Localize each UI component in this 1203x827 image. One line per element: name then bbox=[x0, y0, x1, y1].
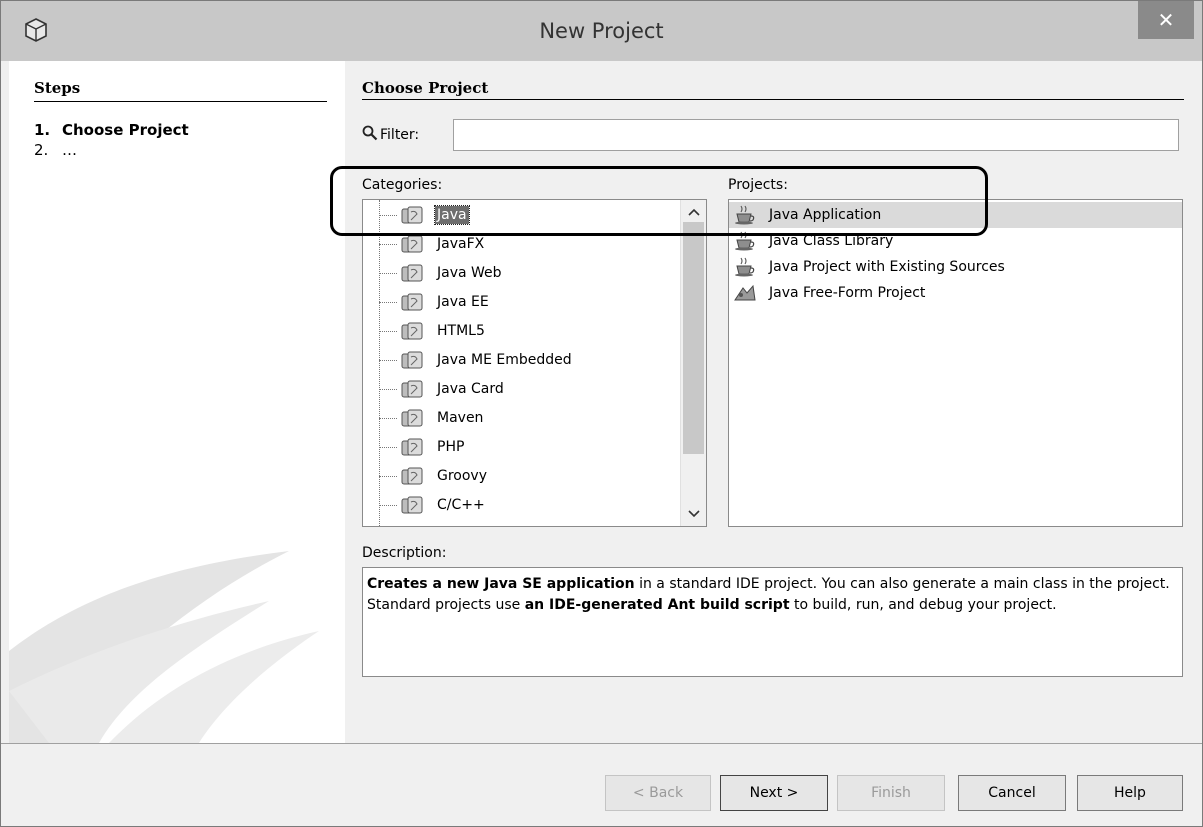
categories-scrollbar[interactable] bbox=[680, 200, 706, 526]
tree-connector bbox=[379, 505, 397, 506]
next-button[interactable]: Next > bbox=[720, 775, 828, 811]
category-label: Java ME Embedded bbox=[437, 352, 572, 368]
project-folder-icon bbox=[401, 496, 423, 514]
category-label: Java Card bbox=[437, 381, 504, 397]
project-folder-icon bbox=[401, 264, 423, 282]
search-icon bbox=[362, 125, 378, 141]
project-folder-icon bbox=[401, 380, 423, 398]
tree-connector bbox=[379, 302, 397, 303]
java-coffee-cup-icon bbox=[735, 257, 755, 277]
category-label: Java Web bbox=[437, 265, 502, 281]
category-item[interactable]: Java EE bbox=[363, 289, 681, 315]
projects-list[interactable]: Java Application Java Class Library Java P… bbox=[728, 199, 1183, 527]
finish-button[interactable]: Finish bbox=[837, 775, 945, 811]
category-item[interactable]: C/C++ bbox=[363, 492, 681, 518]
description-box: Creates a new Java SE application in a s… bbox=[362, 567, 1183, 677]
project-folder-icon bbox=[401, 438, 423, 456]
project-folder-icon bbox=[401, 409, 423, 427]
window-title: New Project bbox=[539, 19, 664, 43]
scroll-thumb[interactable] bbox=[683, 222, 704, 454]
help-button[interactable]: Help bbox=[1077, 775, 1183, 811]
step-number: 2. bbox=[34, 141, 49, 159]
step-number: 1. bbox=[34, 121, 51, 139]
annotation-highlight bbox=[330, 166, 988, 236]
description-emphasis: Creates a new Java SE application bbox=[367, 576, 635, 592]
project-folder-icon bbox=[401, 467, 423, 485]
categories-list[interactable]: Java JavaFX Java Web Java EE HTML5 Java ME Em… bbox=[362, 199, 707, 527]
category-label: HTML5 bbox=[437, 323, 485, 339]
decorative-swoosh bbox=[9, 551, 319, 743]
project-item[interactable]: Java Free-Form Project bbox=[729, 280, 1182, 306]
close-button[interactable]: ✕ bbox=[1138, 1, 1194, 39]
category-label: Maven bbox=[437, 410, 484, 426]
category-label: C/C++ bbox=[437, 497, 485, 513]
new-project-dialog: New Project ✕ Steps 1. Choose Project 2. …… bbox=[0, 0, 1203, 827]
category-label: Java EE bbox=[437, 294, 489, 310]
title-bar[interactable]: New Project ✕ bbox=[1, 1, 1202, 61]
step-next: 2. … bbox=[34, 141, 77, 159]
scroll-down-arrow-icon[interactable] bbox=[681, 504, 706, 524]
description-label: Description: bbox=[362, 545, 447, 561]
steps-divider bbox=[34, 101, 327, 102]
filter-input[interactable] bbox=[453, 119, 1179, 151]
back-button[interactable]: < Back bbox=[605, 775, 711, 811]
project-folder-icon bbox=[401, 293, 423, 311]
project-label: Java Free-Form Project bbox=[769, 285, 926, 301]
tree-connector bbox=[379, 389, 397, 390]
tree-connector bbox=[379, 447, 397, 448]
category-item[interactable]: Maven bbox=[363, 405, 681, 431]
freeform-project-icon bbox=[734, 284, 756, 301]
step-label: Choose Project bbox=[62, 121, 189, 139]
tree-connector bbox=[379, 244, 397, 245]
panel-title: Choose Project bbox=[362, 79, 489, 97]
category-item[interactable]: Java ME Embedded bbox=[363, 347, 681, 373]
step-choose-project: 1. Choose Project bbox=[34, 121, 189, 139]
project-folder-icon bbox=[401, 235, 423, 253]
panel-divider bbox=[362, 99, 1184, 100]
category-item[interactable]: Groovy bbox=[363, 463, 681, 489]
tree-connector bbox=[379, 360, 397, 361]
category-label: JavaFX bbox=[437, 236, 485, 252]
steps-title: Steps bbox=[34, 79, 81, 97]
step-label: … bbox=[62, 141, 77, 159]
category-item[interactable]: Java Card bbox=[363, 376, 681, 402]
category-label: PHP bbox=[437, 439, 465, 455]
tree-connector bbox=[379, 273, 397, 274]
project-folder-icon bbox=[401, 322, 423, 340]
filter-label: Filter: bbox=[380, 127, 420, 143]
description-emphasis: an IDE-generated Ant build script bbox=[524, 597, 790, 613]
cancel-button[interactable]: Cancel bbox=[958, 775, 1066, 811]
category-item[interactable]: PHP bbox=[363, 434, 681, 460]
tree-connector bbox=[379, 331, 397, 332]
steps-pane: Steps 1. Choose Project 2. … bbox=[9, 61, 345, 743]
tree-connector bbox=[379, 418, 397, 419]
tree-connector bbox=[379, 476, 397, 477]
category-item[interactable]: HTML5 bbox=[363, 318, 681, 344]
project-folder-icon bbox=[401, 351, 423, 369]
project-label: Java Project with Existing Sources bbox=[769, 259, 1005, 275]
category-item[interactable]: Java Web bbox=[363, 260, 681, 286]
footer-divider bbox=[1, 743, 1202, 744]
project-item[interactable]: Java Project with Existing Sources bbox=[729, 254, 1182, 280]
category-label: Groovy bbox=[437, 468, 487, 484]
description-text: to build, run, and debug your project. bbox=[789, 597, 1057, 613]
